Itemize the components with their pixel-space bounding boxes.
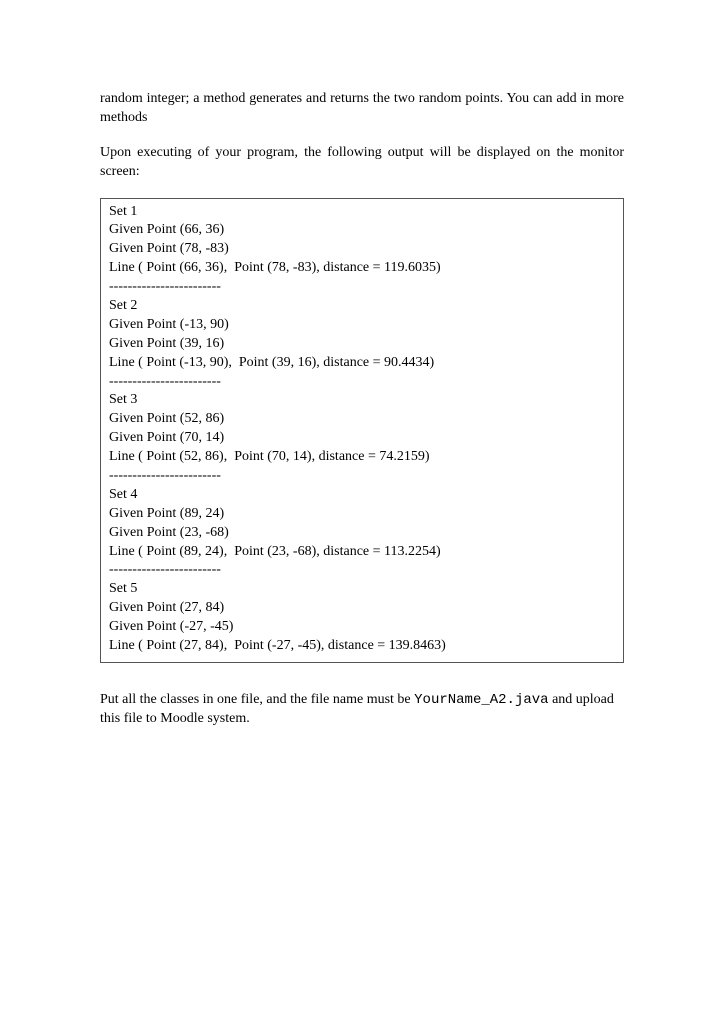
program-output-box: Set 1 Given Point (66, 36) Given Point (… (100, 198, 624, 663)
document-page: random integer; a method generates and r… (0, 0, 724, 835)
exec-paragraph: Upon executing of your program, the foll… (100, 144, 624, 182)
upload-paragraph: Put all the classes in one file, and the… (100, 691, 624, 729)
intro-paragraph: random integer; a method generates and r… (100, 90, 624, 128)
filename-code: YourName_A2.java (414, 692, 548, 708)
upload-text-before: Put all the classes in one file, and the… (100, 692, 414, 707)
